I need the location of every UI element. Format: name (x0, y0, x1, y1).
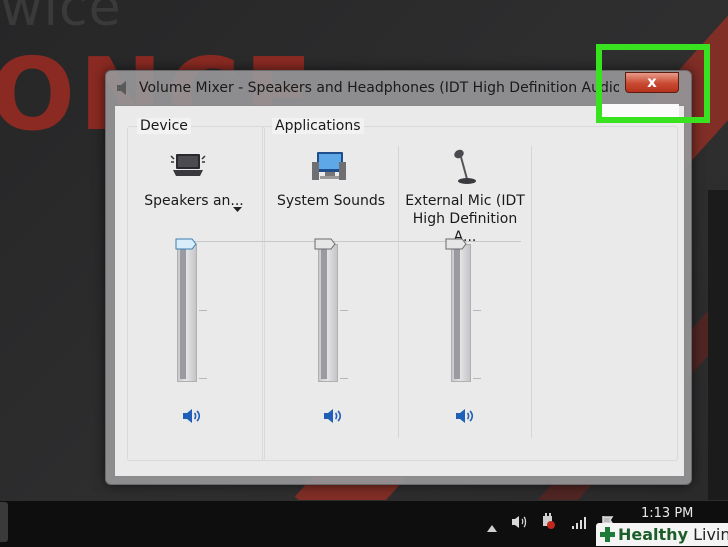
channel-name: System Sounds (276, 193, 386, 209)
device-label: Device (137, 118, 191, 134)
channel-divider (398, 146, 399, 438)
volume-slider-thumb[interactable] (175, 235, 197, 250)
background-word: wice (0, 0, 122, 38)
chevron-down-icon[interactable] (233, 198, 242, 217)
mixer-panel: Device Applications Speakers an... Syste… (114, 105, 685, 477)
speaker-app-icon (116, 80, 130, 96)
system-sounds-icon (311, 150, 347, 188)
channel-name-line: External Mic (IDT (405, 193, 525, 209)
microphone-icon (447, 148, 477, 190)
volume-slider-thumb[interactable] (314, 235, 336, 250)
close-button-highlight (596, 44, 710, 123)
watermark-brand: Healthy (618, 525, 688, 544)
background-edge (708, 190, 728, 500)
volume-icon[interactable] (511, 514, 529, 533)
window-title: Volume Mixer - Speakers and Headphones (… (139, 80, 619, 96)
volume-slider-track[interactable] (318, 244, 338, 382)
channel-divider (531, 146, 532, 438)
watermark-logo: Healthy Living (596, 523, 728, 546)
speaker-mute-icon[interactable] (455, 408, 475, 428)
speaker-mute-icon[interactable] (182, 408, 202, 428)
watermark-brand-suffix: Living (693, 525, 728, 544)
volume-mixer-window: Volume Mixer - Speakers and Headphones (… (105, 70, 692, 485)
speakers-icon (170, 150, 206, 184)
volume-slider-track[interactable] (451, 244, 471, 382)
volume-slider-track[interactable] (177, 244, 197, 382)
taskbar-clock[interactable]: 1:13 PM (641, 506, 693, 521)
speaker-mute-icon[interactable] (323, 408, 343, 428)
show-hidden-icons-icon[interactable] (487, 517, 497, 536)
start-button[interactable] (0, 502, 8, 542)
plus-icon (599, 526, 616, 547)
applications-label: Applications (272, 118, 364, 134)
network-signal-icon[interactable] (571, 515, 589, 534)
volume-slider-thumb[interactable] (445, 235, 467, 250)
power-plug-icon[interactable] (540, 512, 556, 534)
